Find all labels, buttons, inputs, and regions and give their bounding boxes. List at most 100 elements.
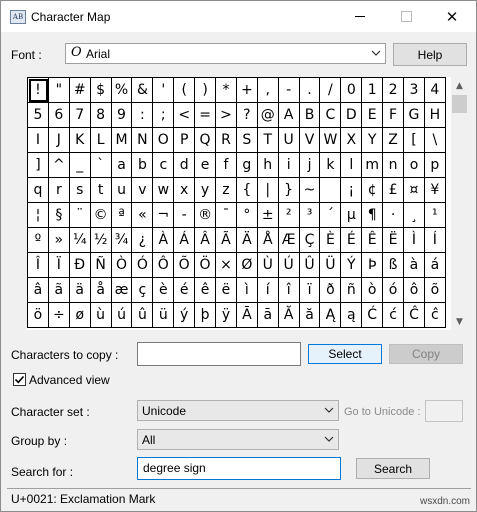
character-cell[interactable]: à <box>404 253 425 278</box>
character-cell[interactable]: ì <box>236 278 258 303</box>
character-cell[interactable]: § <box>48 203 70 228</box>
character-cell[interactable]: k <box>320 153 342 178</box>
character-cell[interactable]: ¯ <box>216 203 237 228</box>
character-cell[interactable]: K <box>69 128 91 153</box>
character-cell[interactable]: W <box>320 128 342 153</box>
character-cell[interactable]: U <box>278 128 300 153</box>
character-cell[interactable]: M <box>111 128 133 153</box>
character-cell[interactable]: | <box>257 178 279 203</box>
character-cell[interactable]: ÷ <box>48 303 70 328</box>
character-cell[interactable]: / <box>320 78 342 103</box>
grid-scrollbar[interactable]: ▲ ▼ <box>451 77 468 330</box>
character-cell[interactable]: Í <box>424 228 446 253</box>
character-cell[interactable]: ð <box>320 278 342 303</box>
character-cell[interactable]: ø <box>69 303 91 328</box>
character-cell[interactable]: ' <box>153 78 175 103</box>
character-cell[interactable]: ë <box>216 278 237 303</box>
character-cell[interactable]: ¼ <box>69 228 91 253</box>
character-cell[interactable]: 7 <box>69 103 91 128</box>
character-cell[interactable]: n <box>383 153 405 178</box>
character-cell[interactable]: Û <box>299 253 321 278</box>
character-cell[interactable]: s <box>69 178 91 203</box>
character-cell[interactable]: b <box>132 153 154 178</box>
character-cell[interactable]: × <box>216 253 237 278</box>
character-cell[interactable]: Ý <box>341 253 363 278</box>
character-cell[interactable]: N <box>132 128 154 153</box>
character-cell[interactable]: Ê <box>362 228 384 253</box>
characters-to-copy-input[interactable] <box>137 342 301 366</box>
character-cell[interactable]: e <box>195 153 217 178</box>
font-dropdown[interactable]: O Arial <box>65 43 386 64</box>
character-cell[interactable]: ă <box>299 303 321 328</box>
character-cell[interactable]: Ì <box>404 228 425 253</box>
character-cell[interactable]: - <box>278 78 300 103</box>
character-cell[interactable]: a <box>111 153 133 178</box>
character-cell[interactable]: ¾ <box>111 228 133 253</box>
character-cell[interactable]: q <box>28 178 49 203</box>
character-cell[interactable]: Y <box>362 128 384 153</box>
character-cell[interactable]: Ô <box>153 253 175 278</box>
character-cell[interactable]: $ <box>90 78 112 103</box>
character-cell[interactable]: T <box>257 128 279 153</box>
character-cell[interactable]: Ä <box>236 228 258 253</box>
character-cell[interactable]: ¥ <box>424 178 446 203</box>
character-cell[interactable]: Ĉ <box>404 303 425 328</box>
character-cell[interactable]: ^ <box>48 153 70 178</box>
character-cell[interactable]: ç <box>132 278 154 303</box>
character-cell[interactable]: 0 <box>341 78 363 103</box>
search-input[interactable]: degree sign <box>137 457 341 480</box>
character-cell[interactable]: ã <box>48 278 70 303</box>
character-cell[interactable]: V <box>299 128 321 153</box>
maximize-button[interactable] <box>383 1 429 32</box>
character-cell[interactable]: Ð <box>69 253 91 278</box>
character-cell[interactable]: A <box>278 103 300 128</box>
character-cell[interactable]: Å <box>257 228 279 253</box>
character-cell[interactable]: ¦ <box>28 203 49 228</box>
character-cell[interactable]: 2 <box>383 78 405 103</box>
character-cell[interactable]: » <box>48 228 70 253</box>
character-cell[interactable]: d <box>174 153 196 178</box>
character-cell[interactable]: 9 <box>111 103 133 128</box>
character-cell[interactable]: 3 <box>404 78 425 103</box>
character-cell[interactable]: 8 <box>90 103 112 128</box>
character-cell[interactable]: ¨ <box>69 203 91 228</box>
character-cell[interactable]: v <box>132 178 154 203</box>
character-cell[interactable]: Ã <box>216 228 237 253</box>
character-cell[interactable]: ā <box>257 303 279 328</box>
select-button[interactable]: Select <box>308 344 382 364</box>
character-cell[interactable]: - <box>174 203 196 228</box>
character-cell[interactable]: 5 <box>28 103 49 128</box>
character-cell[interactable]: 4 <box>424 78 446 103</box>
character-cell[interactable]: Ă <box>278 303 300 328</box>
character-cell[interactable]: @ <box>257 103 279 128</box>
character-cell[interactable]: > <box>216 103 237 128</box>
character-cell[interactable]: 1 <box>362 78 384 103</box>
character-cell[interactable]: â <box>28 278 49 303</box>
character-cell[interactable]: O <box>153 128 175 153</box>
character-cell[interactable]: ò <box>362 278 384 303</box>
character-cell[interactable]: © <box>90 203 112 228</box>
character-cell[interactable]: ý <box>174 303 196 328</box>
character-cell[interactable]: ¬ <box>153 203 175 228</box>
character-cell[interactable]: Ø <box>236 253 258 278</box>
character-cell[interactable]: ½ <box>90 228 112 253</box>
character-cell[interactable]: ß <box>383 253 405 278</box>
character-cell[interactable]: Z <box>383 128 405 153</box>
character-cell[interactable]: õ <box>424 278 446 303</box>
character-cell[interactable]: ° <box>236 203 258 228</box>
character-cell[interactable]: ` <box>90 153 112 178</box>
character-cell[interactable]: ª <box>111 203 133 228</box>
character-cell[interactable]: ) <box>195 78 217 103</box>
character-cell[interactable]: î <box>278 278 300 303</box>
character-cell[interactable]: ¿ <box>132 228 154 253</box>
character-cell[interactable]: L <box>90 128 112 153</box>
character-cell[interactable]: Ë <box>383 228 405 253</box>
character-cell[interactable]: F <box>383 103 405 128</box>
advanced-view-checkbox[interactable] <box>13 373 26 386</box>
character-cell[interactable]: c <box>153 153 175 178</box>
character-cell[interactable]: Ą <box>320 303 342 328</box>
character-cell[interactable]: ] <box>28 153 49 178</box>
character-cell[interactable]: · <box>383 203 405 228</box>
character-cell[interactable]: R <box>216 128 237 153</box>
scroll-down-icon[interactable]: ▼ <box>451 313 468 330</box>
